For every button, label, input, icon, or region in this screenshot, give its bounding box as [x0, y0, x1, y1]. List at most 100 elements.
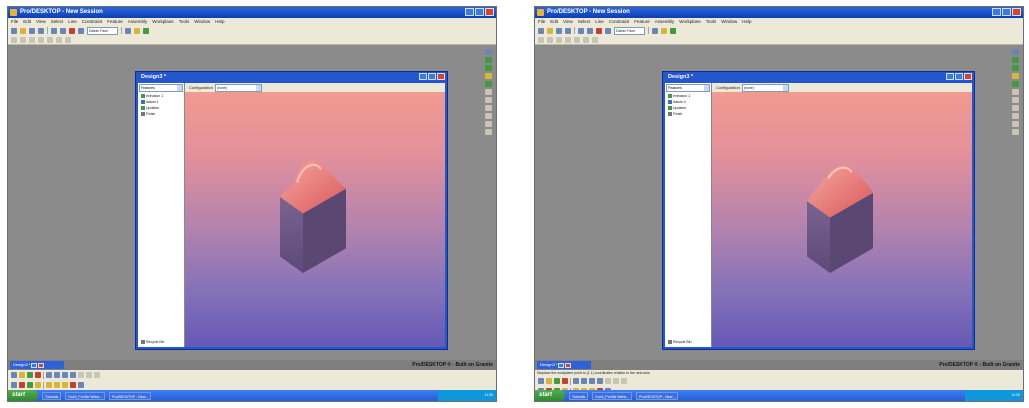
menu-line[interactable]: Line — [595, 18, 604, 26]
maximize-icon[interactable] — [955, 73, 963, 80]
minimize-icon[interactable] — [465, 8, 474, 16]
hidden-line-icon[interactable] — [27, 382, 33, 388]
constraint-tool-icon[interactable] — [485, 129, 492, 135]
line-tool-icon[interactable] — [621, 378, 627, 384]
zoom-box-icon[interactable] — [46, 372, 52, 378]
datum-face-field[interactable]: Datum Face — [614, 26, 645, 35]
zoom-icon[interactable] — [11, 372, 17, 378]
whats-this-icon[interactable] — [143, 27, 149, 34]
zoom-out-icon[interactable] — [597, 378, 603, 384]
line-tool-icon[interactable] — [485, 89, 492, 95]
menu-edit[interactable]: Edit — [550, 18, 558, 26]
close-icon[interactable] — [437, 73, 445, 80]
menu-file[interactable]: File — [11, 18, 18, 26]
arrow-tool-icon[interactable] — [78, 372, 84, 378]
menu-workplane[interactable]: Workplane — [152, 18, 173, 26]
circle-icon[interactable] — [565, 36, 571, 43]
angle-tool-icon[interactable] — [613, 378, 619, 384]
features-select[interactable]: Features — [666, 84, 710, 92]
copy-icon[interactable] — [587, 27, 593, 34]
maximize-icon[interactable] — [475, 8, 484, 16]
design-tab[interactable]: Design3 * — [10, 361, 64, 369]
view-settings-icon[interactable] — [78, 382, 84, 388]
menu-select[interactable]: Select — [578, 18, 591, 26]
select-icon[interactable] — [11, 36, 17, 43]
restore-icon[interactable] — [31, 362, 38, 368]
open-icon[interactable] — [547, 27, 553, 34]
menu-tools[interactable]: Tools — [706, 18, 717, 26]
whats-this-icon[interactable] — [670, 27, 676, 34]
configuration-select[interactable]: (none) — [741, 83, 789, 92]
recycle-bin-item[interactable]: Recycle Bin — [668, 340, 691, 344]
chevron-down-icon[interactable] — [177, 85, 182, 91]
pencil-icon[interactable] — [592, 36, 598, 43]
new-icon[interactable] — [11, 27, 17, 34]
circle-tool-icon[interactable] — [485, 97, 492, 103]
close-icon[interactable] — [1012, 8, 1021, 16]
undo-icon[interactable] — [78, 27, 84, 34]
cut-icon[interactable] — [51, 27, 57, 34]
blend-icon[interactable] — [485, 81, 492, 87]
zoom-all-icon[interactable] — [54, 372, 60, 378]
task-document[interactable]: Doc3_Pro/Ne Webs... — [65, 391, 106, 400]
arc-icon[interactable] — [29, 36, 35, 43]
tree-item-finish[interactable]: Finish — [668, 111, 711, 117]
help-icon[interactable] — [134, 27, 140, 34]
extrude-icon[interactable] — [1012, 49, 1019, 55]
menu-constraint[interactable]: Constraint — [609, 18, 630, 26]
close-icon[interactable] — [485, 8, 494, 16]
chevron-down-icon[interactable] — [704, 85, 709, 91]
line-icon[interactable] — [20, 36, 26, 43]
select-icon[interactable] — [538, 36, 544, 43]
pencil-icon[interactable] — [65, 36, 71, 43]
print-icon[interactable] — [565, 27, 571, 34]
wireframe-icon[interactable] — [11, 382, 17, 388]
minimize-icon[interactable] — [946, 73, 954, 80]
menu-feature[interactable]: Feature — [634, 18, 650, 26]
task-tutorials[interactable]: Tutorials — [569, 391, 589, 400]
menu-file[interactable]: File — [538, 18, 545, 26]
ellipse-tool-icon[interactable] — [1012, 113, 1019, 119]
start-button[interactable]: start — [8, 390, 38, 401]
undo-icon[interactable] — [605, 27, 611, 34]
cut-icon[interactable] — [578, 27, 584, 34]
ellipse-tool-icon[interactable] — [485, 113, 492, 119]
datum-face-field[interactable]: Datum Face — [87, 26, 118, 35]
features-select[interactable]: Features — [139, 84, 183, 92]
line-tool-icon[interactable] — [1012, 89, 1019, 95]
close-icon[interactable] — [565, 362, 572, 368]
delete-icon[interactable] — [69, 27, 75, 34]
start-button[interactable]: start — [535, 390, 565, 401]
blend-icon[interactable] — [1012, 81, 1019, 87]
save-icon[interactable] — [29, 27, 35, 34]
loft-icon[interactable] — [1012, 73, 1019, 79]
ellipse-icon[interactable] — [583, 36, 589, 43]
rectangle-icon[interactable] — [47, 36, 53, 43]
line-icon[interactable] — [547, 36, 553, 43]
properties-icon[interactable] — [125, 27, 131, 34]
lighting-icon[interactable] — [35, 382, 41, 388]
menu-help[interactable]: Help — [742, 18, 751, 26]
chevron-down-icon[interactable] — [255, 84, 261, 91]
arrow-tool-icon[interactable] — [605, 378, 611, 384]
menu-view[interactable]: View — [563, 18, 573, 26]
ellipse-icon[interactable] — [56, 36, 62, 43]
menu-window[interactable]: Window — [721, 18, 737, 26]
3d-viewport[interactable] — [185, 92, 445, 347]
task-prodesktop[interactable]: Pro/DESKTOP - New... — [636, 391, 678, 400]
zoom-all-icon[interactable] — [581, 378, 587, 384]
open-icon[interactable] — [20, 27, 26, 34]
rotate-icon[interactable] — [27, 372, 33, 378]
arc-icon[interactable] — [556, 36, 562, 43]
menu-tools[interactable]: Tools — [179, 18, 190, 26]
material-icon[interactable] — [46, 382, 52, 388]
texture-icon[interactable] — [54, 382, 60, 388]
zoom-out-icon[interactable] — [70, 372, 76, 378]
print-icon[interactable] — [38, 27, 44, 34]
rectangle-icon[interactable] — [574, 36, 580, 43]
recycle-bin-item[interactable]: Recycle Bin — [141, 340, 164, 344]
rotate-icon[interactable] — [554, 378, 560, 384]
pan-icon[interactable] — [19, 372, 25, 378]
task-prodesktop[interactable]: Pro/DESKTOP - New... — [109, 391, 151, 400]
shaded-icon[interactable] — [19, 382, 25, 388]
